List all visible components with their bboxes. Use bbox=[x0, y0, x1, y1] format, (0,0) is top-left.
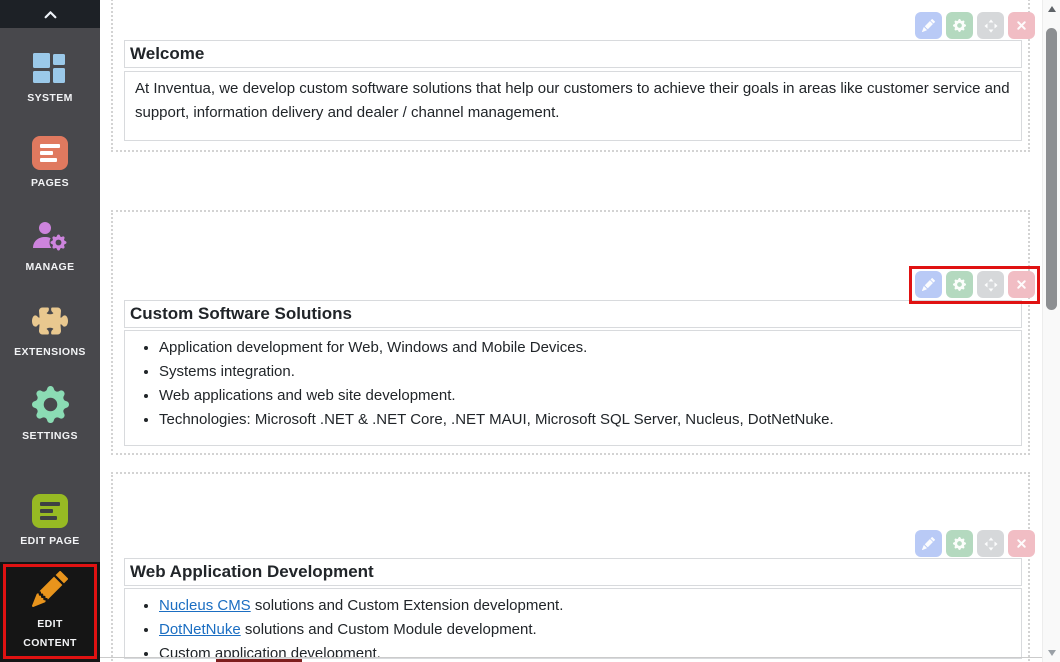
vertical-scrollbar[interactable] bbox=[1042, 0, 1060, 662]
page-list-icon bbox=[32, 494, 68, 528]
move-module-button[interactable] bbox=[977, 271, 1004, 298]
chevron-up-icon bbox=[44, 10, 57, 19]
module-settings-button[interactable] bbox=[946, 530, 973, 557]
sidebar-item-label: SYSTEM bbox=[27, 92, 73, 104]
scroll-down-arrow-icon[interactable] bbox=[1043, 645, 1060, 661]
sidebar-collapse-button[interactable] bbox=[0, 0, 100, 28]
sidebar-item-label: EDIT PAGE bbox=[20, 535, 79, 547]
sidebar-item-extensions[interactable]: EXTENSIONS bbox=[0, 288, 100, 372]
move-icon bbox=[984, 537, 998, 551]
pencil-icon bbox=[922, 19, 935, 32]
edit-module-button[interactable] bbox=[915, 12, 942, 39]
page: SYSTEM PAGES MANAGE bbox=[0, 0, 1060, 662]
move-icon bbox=[984, 278, 998, 292]
sidebar-item-settings[interactable]: SETTINGS bbox=[0, 372, 100, 456]
pencil-icon bbox=[32, 571, 68, 607]
edit-module-button[interactable] bbox=[915, 530, 942, 557]
sidebar-item-system[interactable]: SYSTEM bbox=[0, 36, 100, 120]
page-list-icon bbox=[32, 136, 68, 170]
sidebar-nav: SYSTEM PAGES MANAGE bbox=[0, 28, 100, 662]
scroll-up-arrow-icon[interactable] bbox=[1043, 1, 1060, 17]
pencil-icon bbox=[922, 537, 935, 550]
list-item: DotNetNuke solutions and Custom Module d… bbox=[159, 618, 1021, 642]
move-module-button[interactable] bbox=[977, 530, 1004, 557]
list-item: Technologies: Microsoft .NET & .NET Core… bbox=[159, 408, 1021, 432]
bullet-list: Application development for Web, Windows… bbox=[125, 336, 1021, 432]
gear-icon bbox=[953, 537, 966, 550]
puzzle-icon bbox=[32, 303, 68, 339]
dotnetnuke-link[interactable]: DotNetNuke bbox=[159, 621, 241, 638]
web-app-dev-content-box: Nucleus CMS solutions and Custom Extensi… bbox=[124, 588, 1022, 659]
page-title: Welcome bbox=[130, 44, 204, 64]
close-icon bbox=[1015, 537, 1028, 550]
custom-software-content-box: Application development for Web, Windows… bbox=[124, 330, 1022, 446]
page-title: Web Application Development bbox=[130, 562, 374, 582]
close-icon bbox=[1015, 19, 1028, 32]
sidebar-item-edit-page[interactable]: EDIT PAGE bbox=[0, 478, 100, 562]
sidebar-item-label: EXTENSIONS bbox=[14, 346, 86, 358]
list-item: Application development for Web, Windows… bbox=[159, 336, 1021, 360]
sidebar-item-label: SETTINGS bbox=[22, 430, 78, 442]
delete-module-button[interactable] bbox=[1008, 271, 1035, 298]
module-title-custom-software: Custom Software Solutions bbox=[124, 300, 1022, 328]
delete-module-button[interactable] bbox=[1008, 12, 1035, 39]
sidebar-item-manage[interactable]: MANAGE bbox=[0, 204, 100, 288]
list-item: Systems integration. bbox=[159, 360, 1021, 384]
sidebar-spacer bbox=[0, 456, 100, 478]
user-gear-icon bbox=[31, 220, 69, 254]
edit-module-button[interactable] bbox=[915, 271, 942, 298]
move-icon bbox=[984, 19, 998, 33]
gear-icon bbox=[953, 278, 966, 291]
bullet-list: Nucleus CMS solutions and Custom Extensi… bbox=[125, 594, 1021, 659]
pencil-icon bbox=[922, 278, 935, 291]
list-item: Web applications and web site developmen… bbox=[159, 384, 1021, 408]
welcome-paragraph: At Inventua, we develop custom software … bbox=[125, 72, 1021, 130]
list-item-text: solutions and Custom Extension developme… bbox=[251, 597, 564, 614]
module-settings-button[interactable] bbox=[946, 271, 973, 298]
sidebar-item-label: EDIT CONTENT bbox=[17, 615, 83, 653]
sidebar-item-label: MANAGE bbox=[25, 261, 74, 273]
nucleus-cms-link[interactable]: Nucleus CMS bbox=[159, 597, 251, 614]
gear-icon bbox=[32, 386, 69, 423]
close-icon bbox=[1015, 278, 1028, 291]
module-title-welcome: Welcome bbox=[124, 40, 1022, 68]
sidebar-item-label: PAGES bbox=[31, 177, 69, 189]
list-item: Nucleus CMS solutions and Custom Extensi… bbox=[159, 594, 1021, 618]
custom-software-solutions-toolbar bbox=[915, 271, 1035, 298]
dashboard-tiles-icon bbox=[33, 53, 67, 85]
module-title-web-app-dev: Web Application Development bbox=[124, 558, 1022, 586]
list-item-text: solutions and Custom Module development. bbox=[241, 621, 537, 638]
page-title: Custom Software Solutions bbox=[130, 304, 352, 324]
viewport-bottom-edge bbox=[100, 657, 1042, 658]
move-module-button[interactable] bbox=[977, 12, 1004, 39]
module-settings-button[interactable] bbox=[946, 12, 973, 39]
gear-icon bbox=[953, 19, 966, 32]
delete-module-button[interactable] bbox=[1008, 530, 1035, 557]
web-app-dev-toolbar bbox=[915, 530, 1035, 557]
scrollbar-thumb[interactable] bbox=[1046, 28, 1057, 310]
welcome-content-box: At Inventua, we develop custom software … bbox=[124, 71, 1022, 141]
sidebar-item-pages[interactable]: PAGES bbox=[0, 120, 100, 204]
sidebar: SYSTEM PAGES MANAGE bbox=[0, 0, 100, 662]
sidebar-item-edit-content[interactable]: EDIT CONTENT bbox=[0, 562, 100, 662]
welcome-module-toolbar bbox=[915, 12, 1035, 39]
